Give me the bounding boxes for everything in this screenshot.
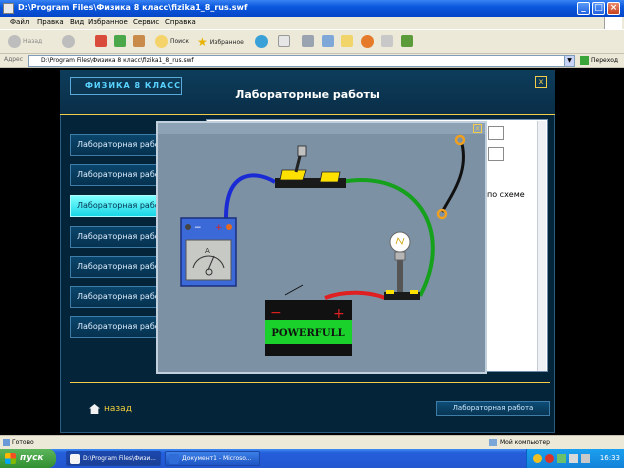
- security-zone: Мой компьютер: [500, 439, 550, 446]
- battery-label: POWERFULL: [271, 328, 344, 339]
- taskbar-item-browser[interactable]: D:\Program Files\Физи...: [66, 451, 161, 466]
- status-bar: Готово Мой компьютер: [0, 435, 624, 449]
- ammeter-unit: A: [205, 247, 210, 255]
- windows-flag-icon: [5, 453, 16, 464]
- computer-icon: [489, 439, 497, 446]
- start-button[interactable]: пуск: [0, 449, 56, 468]
- battery-plus: +: [333, 306, 345, 322]
- tray-icon[interactable]: [533, 454, 542, 463]
- terminal-icon: [226, 224, 232, 230]
- taskbar: пуск D:\Program Files\Физи... Документ1 …: [0, 449, 624, 468]
- status-text: Готово: [12, 439, 34, 446]
- page-icon: [3, 439, 10, 446]
- ie-icon: [70, 454, 80, 464]
- task-label: Документ1 - Microso...: [182, 455, 252, 462]
- word-icon: [169, 454, 179, 464]
- clip-icon[interactable]: [436, 208, 448, 220]
- back-link-label: назад: [104, 404, 132, 414]
- wire-red[interactable]: [324, 290, 386, 300]
- tray-icon[interactable]: [545, 454, 554, 463]
- circuit-diagram: − + A − + POWERFULL: [180, 134, 466, 356]
- taskbar-item-word[interactable]: Документ1 - Microso...: [165, 451, 260, 466]
- ammeter[interactable]: − + A: [180, 217, 237, 287]
- volume-icon[interactable]: [581, 454, 590, 463]
- ammeter-plus: +: [215, 223, 223, 233]
- wire-black[interactable]: [440, 143, 465, 213]
- ammeter-minus: −: [194, 223, 202, 233]
- tray-icon[interactable]: [569, 454, 578, 463]
- tray-icon[interactable]: [557, 454, 566, 463]
- start-label: пуск: [20, 453, 44, 463]
- switch[interactable]: [275, 145, 346, 188]
- task-label: D:\Program Files\Физи...: [83, 455, 156, 462]
- battery-minus: −: [270, 305, 282, 321]
- wire-green[interactable]: [340, 178, 435, 297]
- lab-work-button[interactable]: Лабораторная работа: [436, 401, 550, 416]
- clip-icon[interactable]: [454, 134, 466, 146]
- lamp[interactable]: [384, 231, 420, 300]
- back-link[interactable]: назад: [89, 404, 132, 414]
- wire-blue[interactable]: [224, 173, 277, 219]
- home-icon: [89, 404, 100, 414]
- battery[interactable]: − + POWERFULL: [265, 300, 352, 356]
- terminal-icon: [185, 224, 191, 230]
- system-tray: 16:33: [526, 449, 624, 468]
- footer-divider: [70, 382, 550, 383]
- clock: 16:33: [599, 454, 620, 462]
